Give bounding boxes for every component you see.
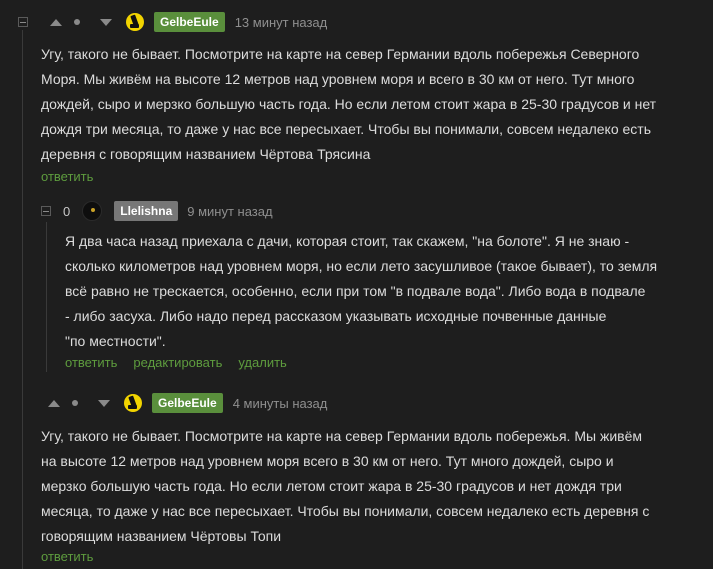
avatar[interactable] — [126, 13, 144, 31]
avatar[interactable] — [124, 394, 142, 412]
collapse-toggle[interactable] — [41, 206, 51, 216]
comment-time[interactable]: 13 минут назад — [235, 15, 328, 30]
comment-line: месяца, то даже у нас все пересыхает. Чт… — [41, 503, 650, 519]
thread-line — [46, 222, 47, 372]
reply-link[interactable]: ответить — [41, 169, 93, 184]
reply-link[interactable]: ответить — [65, 355, 117, 370]
rating-dot-icon — [72, 400, 78, 406]
comment-time[interactable]: 4 минуты назад — [233, 396, 328, 411]
comment-text: Я два часа назад приехала с дачи, котора… — [65, 229, 657, 354]
comment-actions: ответить — [41, 549, 93, 564]
downvote-icon[interactable] — [98, 399, 110, 407]
comment-actions: ответить — [41, 169, 93, 184]
comment-time[interactable]: 9 минут назад — [187, 204, 272, 219]
edit-link[interactable]: редактировать — [133, 355, 222, 370]
delete-link[interactable]: удалить — [238, 355, 286, 370]
comment-line: - либо засуха. Либо надо перед рассказом… — [65, 308, 607, 324]
comment-line: мерзко большую часть года. Но если летом… — [41, 478, 622, 494]
avatar[interactable] — [82, 201, 103, 221]
username-badge[interactable]: GelbeEule — [154, 12, 225, 32]
comment-line: Моря. Мы живём на высоте 12 метров над у… — [41, 71, 635, 87]
comment-line: говорящим названием Чёртовы Топи — [41, 528, 282, 544]
comment-line: дождя три месяца, то даже у нас все пере… — [41, 121, 651, 137]
comment-header: 0 Llelishna 9 минут назад — [41, 199, 273, 223]
collapse-toggle[interactable] — [18, 17, 28, 27]
comment-header: GelbeEule 4 минуты назад — [48, 391, 327, 415]
comment-line: Угу, такого не бывает. Посмотрите на кар… — [41, 46, 640, 62]
username-badge[interactable]: Llelishna — [114, 201, 179, 221]
thread-line — [22, 30, 23, 569]
comment-line: Я два часа назад приехала с дачи, котора… — [65, 233, 630, 249]
comment-line: деревня с говорящим названием Чёртова Тр… — [41, 146, 371, 162]
upvote-icon[interactable] — [50, 18, 62, 26]
comment-text: Угу, такого не бывает. Посмотрите на кар… — [41, 42, 656, 167]
comment-line: "по местности". — [65, 333, 166, 349]
comment-line: сколько километров над уровнем моря, но … — [65, 258, 658, 274]
comment-line: на высоте 12 метров над уровнем моря все… — [41, 453, 614, 469]
comment-line: Угу, такого не бывает. Посмотрите на кар… — [41, 428, 642, 444]
upvote-icon[interactable] — [48, 399, 60, 407]
comment-header: GelbeEule 13 минут назад — [18, 10, 327, 34]
comment-rating: 0 — [63, 203, 71, 219]
comment-text: Угу, такого не бывает. Посмотрите на кар… — [41, 424, 649, 549]
comment-actions: ответить редактировать удалить — [65, 355, 287, 370]
username-badge[interactable]: GelbeEule — [152, 393, 223, 413]
comment-line: всё равно не трескается, особенно, если … — [65, 283, 646, 299]
rating-dot-icon — [74, 19, 80, 25]
reply-link[interactable]: ответить — [41, 549, 93, 564]
comment-line: дождей, сыро и мерзко большую часть года… — [41, 96, 657, 112]
downvote-icon[interactable] — [100, 18, 112, 26]
